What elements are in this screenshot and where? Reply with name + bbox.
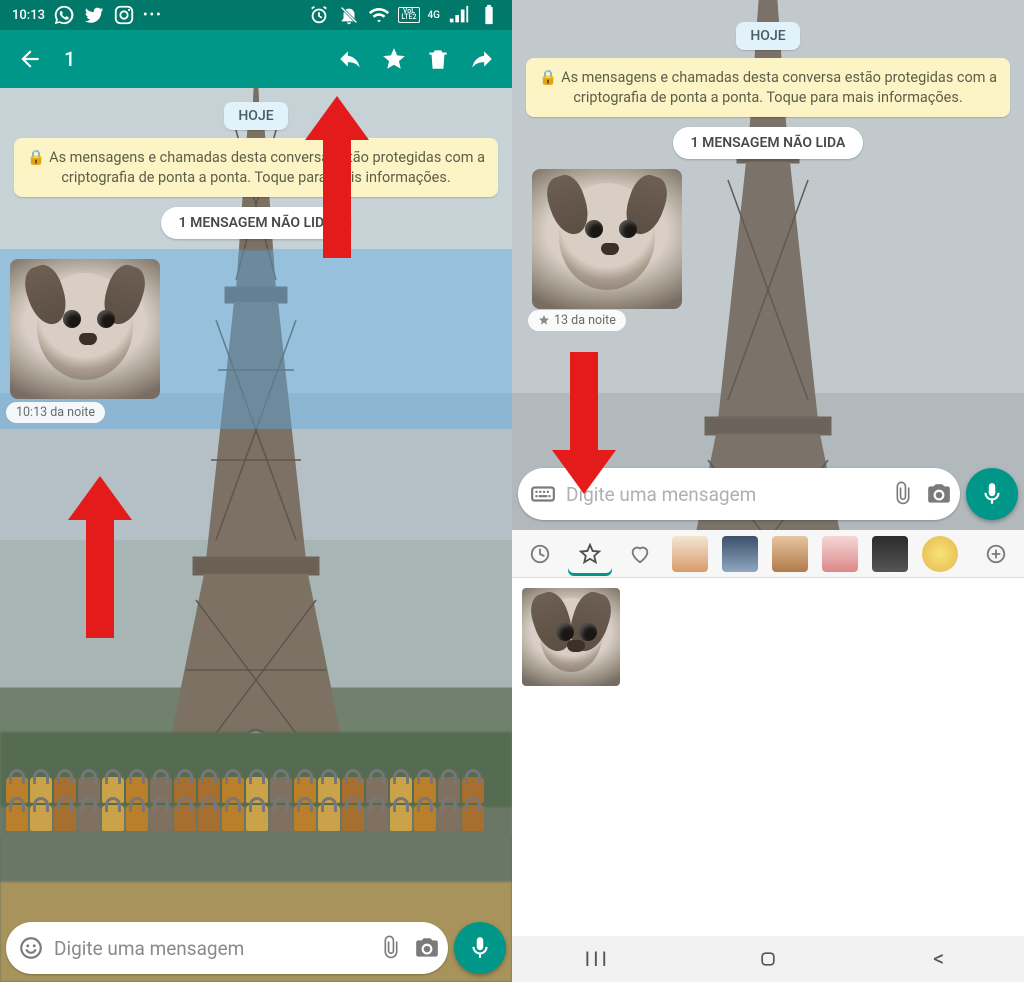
attach-button[interactable] (890, 481, 916, 507)
annotation-arrow-sticker (70, 476, 130, 638)
selected-message-count: 1 (52, 47, 328, 71)
sticker-pack-1[interactable] (668, 532, 712, 576)
volte-badge: VoLLTE2 (398, 7, 419, 22)
attach-button[interactable] (378, 935, 404, 961)
mute-icon (338, 4, 360, 26)
delete-button[interactable] (416, 37, 460, 81)
android-status-bar: 10:13 ••• VoLLTE2 (0, 0, 512, 30)
message-input-bar: Digite uma mensagem (6, 922, 506, 974)
incoming-sticker-message[interactable] (532, 169, 682, 309)
sticker-pack-3[interactable] (768, 532, 812, 576)
favorite-stickers-tab[interactable] (568, 532, 612, 576)
whatsapp-icon (53, 4, 75, 26)
wifi-icon (368, 4, 390, 26)
camera-button[interactable] (926, 481, 952, 507)
encryption-notice[interactable]: 🔒As mensagens e chamadas desta conversa … (14, 138, 498, 197)
starred-icon (538, 314, 550, 326)
selection-action-bar: 1 (0, 30, 512, 88)
home-nav-button[interactable] (683, 949, 854, 969)
reaction-stickers-tab[interactable] (618, 532, 662, 576)
signal-icon (448, 4, 470, 26)
emoji-button[interactable] (18, 935, 44, 961)
sticker-picker-panel (512, 530, 1024, 982)
network-type: 4G (428, 10, 441, 21)
date-chip: HOJE (736, 22, 799, 50)
instagram-icon (113, 4, 135, 26)
incoming-sticker-message[interactable] (10, 259, 160, 399)
recent-stickers-tab[interactable] (518, 532, 562, 576)
message-timestamp: 10:13 da noite (6, 402, 105, 423)
favorite-stickers-grid[interactable] (512, 578, 1024, 982)
selected-message-row[interactable]: 10:13 da noite (0, 249, 512, 429)
voice-message-button[interactable] (454, 922, 506, 974)
annotation-arrow-input (554, 352, 614, 494)
lock-icon: 🔒 (539, 68, 557, 88)
message-timestamp: 13 da noite (528, 310, 626, 331)
screenshot-left: 10:13 ••• VoLLTE2 (0, 0, 512, 982)
forward-button[interactable] (460, 37, 504, 81)
voice-message-button[interactable] (966, 468, 1018, 520)
more-notifications-icon: ••• (143, 8, 163, 23)
encryption-notice[interactable]: 🔒As mensagens e chamadas desta conversa … (526, 58, 1010, 117)
twitter-icon (83, 4, 105, 26)
sticker-picker-tabs (512, 530, 1024, 578)
back-nav-button[interactable]: < (853, 947, 1024, 972)
screenshot-right: HOJE 🔒As mensagens e chamadas desta conv… (512, 0, 1024, 982)
date-chip: HOJE (224, 102, 287, 130)
back-button[interactable] (8, 37, 52, 81)
dog-sticker-image (10, 259, 160, 399)
reply-button[interactable] (328, 37, 372, 81)
star-button[interactable] (372, 37, 416, 81)
sticker-pack-6[interactable] (918, 532, 962, 576)
recents-nav-button[interactable]: III (512, 947, 683, 971)
add-sticker-pack-button[interactable] (974, 532, 1018, 576)
status-time: 10:13 (12, 8, 45, 23)
sticker-pack-5[interactable] (868, 532, 912, 576)
annotation-arrow-star (307, 96, 367, 258)
message-input[interactable]: Digite uma mensagem (6, 922, 448, 974)
camera-button[interactable] (414, 935, 440, 961)
battery-icon (478, 4, 500, 26)
message-placeholder: Digite uma mensagem (54, 937, 368, 960)
lock-icon: 🔒 (27, 148, 45, 168)
android-nav-bar: III < (512, 936, 1024, 982)
sticker-pack-2[interactable] (718, 532, 762, 576)
unread-messages-chip: 1 MENSAGEM NÃO LIDA (673, 127, 864, 159)
sticker-pack-4[interactable] (818, 532, 862, 576)
favorite-sticker-item[interactable] (522, 588, 620, 686)
dog-sticker-image (532, 169, 682, 309)
alarm-icon (308, 4, 330, 26)
